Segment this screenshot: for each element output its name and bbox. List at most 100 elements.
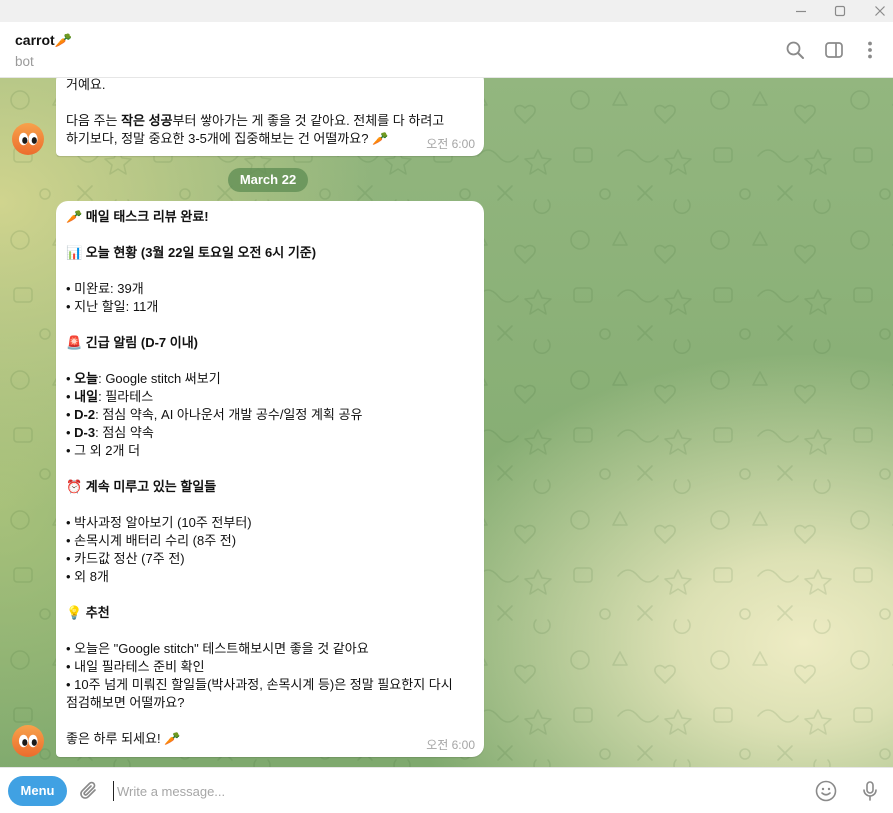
message-line: • D-3: 점심 약속 [66, 424, 474, 442]
message-text: • 지난 할일: 11개 [66, 299, 159, 314]
bold-text: D-2 [74, 407, 96, 422]
message-line: • 손목시계 배터리 수리 (8주 전) [66, 532, 474, 550]
message-line: • 카드값 정산 (7주 전) [66, 550, 474, 568]
minimize-icon [796, 10, 806, 13]
message-text: • 오늘은 "Google stitch" 테스트해보시면 좋을 것 같아요 [66, 641, 369, 656]
more-button[interactable] [859, 39, 881, 61]
chat-header: carrot🥕 bot [0, 22, 893, 78]
sidebar-toggle-button[interactable] [823, 39, 845, 61]
message-input[interactable] [117, 780, 797, 802]
message-text: : Google stitch 써보기 [98, 371, 221, 386]
message-time: 오전 6:00 [426, 137, 475, 151]
message-bubble[interactable]: 거예요. 다음 주는 작은 성공부터 쌓아가는 게 좋을 것 같아요. 전체를 … [56, 78, 484, 156]
search-button[interactable] [784, 39, 806, 61]
message-text: • 외 8개 [66, 569, 109, 584]
message-time: 오전 6:00 [426, 738, 475, 752]
message-line: 거예요. [66, 78, 474, 94]
bold-text: ⏰ 계속 미루고 있는 할일들 [66, 479, 217, 494]
message-line: 하기보다, 정말 중요한 3-5개에 집중해보는 건 어떨까요? 🥕 [66, 130, 474, 148]
message-text: : 점심 약속 [95, 425, 154, 440]
bot-avatar[interactable] [12, 123, 44, 155]
message-line: 💡 추천 [66, 604, 474, 622]
bold-text: 내일 [74, 389, 99, 404]
emoji-button[interactable] [814, 779, 838, 803]
message-text: • [66, 407, 75, 422]
message-text: • [66, 425, 75, 440]
message-text: 거예요. [66, 78, 106, 92]
message-line: • 오늘: Google stitch 써보기 [66, 370, 474, 388]
message-line: • 그 외 2개 더 [66, 442, 474, 460]
message-text: 다음 주는 [66, 113, 122, 128]
message-line: • 내일 필라테스 준비 확인 [66, 658, 474, 676]
bold-text: 📊 오늘 현황 (3월 22일 토요일 오전 6시 기준) [66, 245, 317, 260]
message-text: • 10주 넘게 미뤄진 할일들(박사과정, 손목시계 등)은 정말 필요한지 … [66, 677, 453, 692]
message-line: 🚨 긴급 알림 (D-7 이내) [66, 334, 474, 352]
message-text: • 내일 필라테스 준비 확인 [66, 659, 205, 674]
message-text: • 미완료: 39개 [66, 281, 144, 296]
message-composer: Menu [0, 767, 893, 813]
bold-text: 작은 성공 [121, 113, 173, 128]
bold-text: 오늘 [74, 371, 99, 386]
maximize-icon [834, 5, 846, 17]
message-line: 🥕 매일 태스크 리뷰 완료! [66, 208, 474, 226]
chat-subtitle: bot [15, 54, 34, 69]
close-button[interactable] [867, 0, 893, 22]
bot-menu-button[interactable]: Menu [8, 776, 67, 806]
message-line: 📊 오늘 현황 (3월 22일 토요일 오전 6시 기준) [66, 244, 474, 262]
message-line: • 오늘은 "Google stitch" 테스트해보시면 좋을 것 같아요 [66, 640, 474, 658]
bold-text: 💡 추천 [66, 605, 110, 620]
message-text: 좋은 하루 되세요! 🥕 [66, 731, 181, 746]
message-text: • 손목시계 배터리 수리 (8주 전) [66, 533, 237, 548]
bold-text: 🥕 매일 태스크 리뷰 완료! [66, 209, 209, 224]
message-line: 다음 주는 작은 성공부터 쌓아가는 게 좋을 것 같아요. 전체를 다 하려고 [66, 112, 474, 130]
date-separator[interactable]: March 22 [228, 168, 308, 192]
voice-message-button[interactable] [858, 779, 882, 803]
message-line: • 내일: 필라테스 [66, 388, 474, 406]
message-text: • 박사과정 알아보기 (10주 전부터) [66, 515, 252, 530]
message-text: : 필라테스 [98, 389, 154, 404]
message-line: 좋은 하루 되세요! 🥕 [66, 730, 474, 748]
text-caret [113, 781, 114, 801]
message-line: ⏰ 계속 미루고 있는 할일들 [66, 478, 474, 496]
message-line: • 미완료: 39개 [66, 280, 474, 298]
message-text: • 그 외 2개 더 [66, 443, 141, 458]
message-line: • 지난 할일: 11개 [66, 298, 474, 316]
message-bubble[interactable]: 🥕 매일 태스크 리뷰 완료! 📊 오늘 현황 (3월 22일 토요일 오전 6… [56, 201, 484, 757]
sidebar-toggle-icon [825, 42, 843, 58]
message-text: 점검해보면 어떨까요? [66, 695, 185, 710]
message-text: • [66, 389, 75, 404]
window-titlebar [0, 0, 893, 22]
bot-avatar[interactable] [12, 725, 44, 757]
message-text: 하기보다, 정말 중요한 3-5개에 집중해보는 건 어떨까요? 🥕 [66, 131, 389, 146]
message-text: • 카드값 정산 (7주 전) [66, 551, 185, 566]
chat-title: carrot🥕 [15, 32, 73, 48]
minimize-button[interactable] [788, 0, 814, 22]
message-line: • 박사과정 알아보기 (10주 전부터) [66, 514, 474, 532]
message-line: • D-2: 점심 약속, AI 아나운서 개발 공수/일정 계획 공유 [66, 406, 474, 424]
search-icon [786, 41, 804, 59]
maximize-button[interactable] [827, 0, 853, 22]
message-line: 점검해보면 어떨까요? [66, 694, 474, 712]
more-vertical-icon [868, 41, 872, 59]
peer-info[interactable]: carrot🥕 bot [0, 22, 300, 77]
microphone-icon [863, 781, 877, 801]
attach-button[interactable] [77, 779, 101, 803]
message-line: • 10주 넘게 미뤄진 할일들(박사과정, 손목시계 등)은 정말 필요한지 … [66, 676, 474, 694]
bold-text: D-3 [74, 425, 96, 440]
message-text: 부터 쌓아가는 게 좋을 것 같아요. 전체를 다 하려고 [172, 113, 445, 128]
eyes-avatar-icon [12, 123, 44, 155]
message-line: • 외 8개 [66, 568, 474, 586]
chat-history[interactable]: 거예요. 다음 주는 작은 성공부터 쌓아가는 게 좋을 것 같아요. 전체를 … [0, 78, 893, 767]
paperclip-icon [80, 781, 96, 799]
message-text: : 점심 약속, AI 아나운서 개발 공수/일정 계획 공유 [95, 407, 363, 422]
